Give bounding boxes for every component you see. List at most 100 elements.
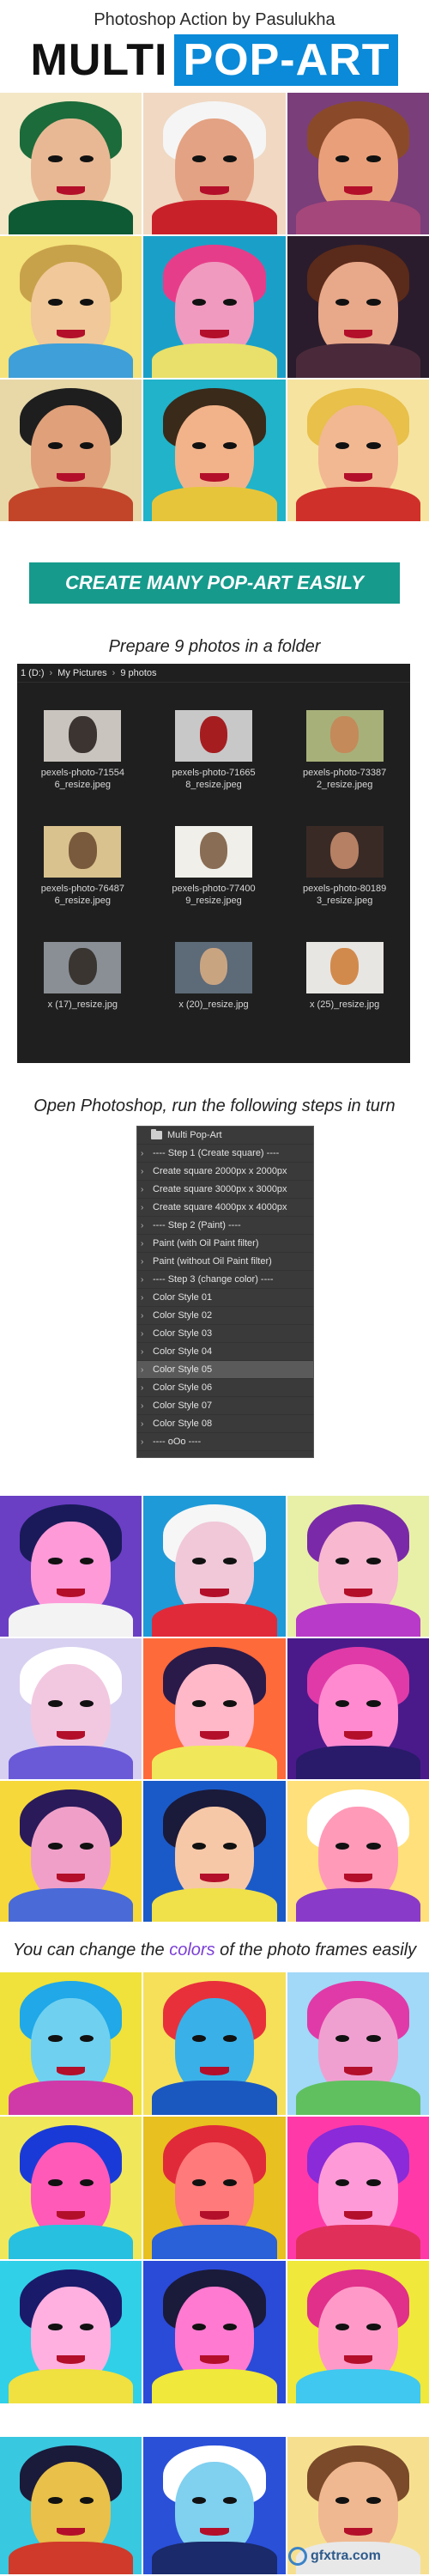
pop-art-portrait bbox=[0, 2261, 142, 2403]
action-item[interactable]: › ---- oOo ---- bbox=[137, 1433, 313, 1451]
pop-art-portrait bbox=[0, 1972, 142, 2115]
chevron-right-icon: › bbox=[49, 667, 53, 678]
pop-art-portrait bbox=[0, 1638, 142, 1779]
chevron-right-icon[interactable]: › bbox=[141, 1257, 153, 1267]
file-item[interactable]: x (25)_resize.jpg bbox=[279, 942, 410, 1058]
breadcrumb-my-pictures[interactable]: My Pictures bbox=[57, 668, 106, 678]
file-name: pexels-photo-716658_resize.jpeg bbox=[172, 768, 256, 790]
pop-art-portrait bbox=[287, 2117, 429, 2259]
chevron-right-icon[interactable]: › bbox=[141, 1221, 153, 1230]
action-label: Color Style 05 bbox=[153, 1364, 213, 1375]
pop-art-portrait bbox=[143, 1781, 286, 1922]
file-item[interactable]: pexels-photo-801893_resize.jpeg bbox=[279, 826, 410, 942]
chevron-right-icon[interactable]: › bbox=[141, 1419, 153, 1429]
action-label: Create square 2000px x 2000px bbox=[153, 1166, 287, 1176]
caption-prepare-photos: Prepare 9 photos in a folder bbox=[108, 637, 321, 656]
title-pop-art: POP-ART bbox=[174, 34, 399, 86]
file-item[interactable]: pexels-photo-715546_resize.jpeg bbox=[17, 710, 148, 826]
pop-art-portrait bbox=[143, 380, 286, 521]
image-thumbnail bbox=[174, 826, 252, 878]
action-label: ---- Step 1 (Create square) ---- bbox=[153, 1148, 280, 1158]
breadcrumb-folder[interactable]: 9 photos bbox=[120, 668, 156, 678]
action-item[interactable]: › Color Style 08 bbox=[137, 1415, 313, 1433]
file-name: pexels-photo-801893_resize.jpeg bbox=[303, 884, 387, 906]
action-label: ---- Step 3 (change color) ---- bbox=[153, 1274, 274, 1285]
pop-art-portrait bbox=[287, 93, 429, 234]
action-label: Paint (with Oil Paint filter) bbox=[153, 1238, 259, 1249]
pop-art-portrait bbox=[287, 2261, 429, 2403]
pop-art-portrait bbox=[143, 236, 286, 378]
pop-art-portrait bbox=[143, 93, 286, 234]
image-thumbnail bbox=[305, 826, 384, 878]
image-thumbnail bbox=[174, 942, 252, 993]
action-label: Color Style 04 bbox=[153, 1346, 213, 1357]
action-item[interactable]: › Paint (without Oil Paint filter) bbox=[137, 1253, 313, 1271]
action-item[interactable]: › Create square 3000px x 3000px bbox=[137, 1181, 313, 1199]
chevron-right-icon[interactable]: › bbox=[141, 1347, 153, 1357]
action-label: Create square 3000px x 3000px bbox=[153, 1184, 287, 1194]
chevron-right-icon[interactable]: › bbox=[141, 1149, 153, 1158]
action-label: Color Style 06 bbox=[153, 1382, 213, 1393]
chevron-right-icon[interactable]: › bbox=[141, 1437, 153, 1447]
image-thumbnail bbox=[305, 942, 384, 993]
watermark-text: gfxtra.com bbox=[311, 2549, 381, 2563]
action-item[interactable]: › Color Style 01 bbox=[137, 1289, 313, 1307]
action-label: Color Style 01 bbox=[153, 1292, 213, 1303]
file-item[interactable]: x (20)_resize.jpg bbox=[148, 942, 280, 1058]
title-multi: MULTI bbox=[30, 35, 168, 85]
file-item[interactable]: pexels-photo-774009_resize.jpeg bbox=[148, 826, 280, 942]
photo-grid-original bbox=[0, 93, 429, 521]
action-set-name: Multi Pop-Art bbox=[167, 1130, 222, 1140]
chevron-right-icon[interactable]: › bbox=[141, 1275, 153, 1285]
pop-art-portrait bbox=[0, 1496, 142, 1637]
pop-art-portrait bbox=[143, 1638, 286, 1779]
action-item[interactable]: › Create square 2000px x 2000px bbox=[137, 1163, 313, 1181]
file-name: pexels-photo-715546_resize.jpeg bbox=[40, 768, 124, 790]
file-item[interactable]: pexels-photo-764876_resize.jpeg bbox=[17, 826, 148, 942]
action-item[interactable]: › Color Style 06 bbox=[137, 1379, 313, 1397]
action-item[interactable]: › Color Style 07 bbox=[137, 1397, 313, 1415]
chevron-right-icon[interactable]: › bbox=[141, 1401, 153, 1411]
pop-art-portrait bbox=[143, 1972, 286, 2115]
chevron-right-icon: › bbox=[112, 667, 116, 678]
file-item[interactable]: x (17)_resize.jpg bbox=[17, 942, 148, 1058]
breadcrumb: 1 (D:) › My Pictures › 9 photos bbox=[17, 664, 410, 683]
image-thumbnail bbox=[174, 710, 252, 762]
chevron-right-icon[interactable]: › bbox=[141, 1167, 153, 1176]
action-item[interactable]: › ---- Step 3 (change color) ---- bbox=[137, 1271, 313, 1289]
caption-text-before: You can change the bbox=[12, 1941, 170, 1959]
chevron-right-icon[interactable]: › bbox=[141, 1329, 153, 1339]
action-item[interactable]: › Color Style 05 bbox=[137, 1361, 313, 1379]
file-name: x (17)_resize.jpg bbox=[47, 999, 118, 1010]
photo-grid-colors bbox=[0, 1972, 429, 2403]
chevron-right-icon[interactable]: › bbox=[141, 1203, 153, 1212]
actions-panel: Multi Pop-Art › ---- Step 1 (Create squar… bbox=[136, 1126, 314, 1458]
folder-icon bbox=[151, 1129, 162, 1139]
breadcrumb-drive[interactable]: 1 (D:) bbox=[21, 668, 45, 678]
action-item[interactable]: › ---- Step 2 (Paint) ---- bbox=[137, 1217, 313, 1235]
file-explorer-window: 1 (D:) › My Pictures › 9 photos pexels-p… bbox=[17, 664, 410, 1063]
caption-change-colors: You can change the colors of the photo f… bbox=[0, 1941, 429, 1960]
subtitle: Photoshop Action by Pasulukha bbox=[94, 10, 335, 29]
file-item[interactable]: pexels-photo-733872_resize.jpeg bbox=[279, 710, 410, 826]
chevron-right-icon[interactable]: › bbox=[141, 1383, 153, 1393]
file-name: pexels-photo-733872_resize.jpeg bbox=[303, 768, 387, 790]
action-set-folder[interactable]: Multi Pop-Art bbox=[137, 1127, 313, 1145]
action-item[interactable]: › Color Style 02 bbox=[137, 1307, 313, 1325]
action-item[interactable]: › Color Style 03 bbox=[137, 1325, 313, 1343]
image-thumbnail bbox=[44, 826, 122, 878]
chevron-right-icon[interactable]: › bbox=[141, 1365, 153, 1375]
chevron-right-icon[interactable]: › bbox=[141, 1311, 153, 1321]
action-item[interactable]: › ---- Step 1 (Create square) ---- bbox=[137, 1145, 313, 1163]
file-item[interactable]: pexels-photo-716658_resize.jpeg bbox=[148, 710, 280, 826]
chevron-right-icon[interactable]: › bbox=[141, 1185, 153, 1194]
action-item[interactable]: › Create square 4000px x 4000px bbox=[137, 1199, 313, 1217]
action-label: Paint (without Oil Paint filter) bbox=[153, 1256, 272, 1267]
chevron-right-icon[interactable]: › bbox=[141, 1239, 153, 1249]
action-label: Color Style 07 bbox=[153, 1400, 213, 1411]
chevron-right-icon[interactable]: › bbox=[141, 1293, 153, 1303]
action-item[interactable]: › Color Style 04 bbox=[137, 1343, 313, 1361]
pop-art-portrait bbox=[143, 1496, 286, 1637]
pop-art-portrait bbox=[143, 2261, 286, 2403]
action-item[interactable]: › Paint (with Oil Paint filter) bbox=[137, 1235, 313, 1253]
